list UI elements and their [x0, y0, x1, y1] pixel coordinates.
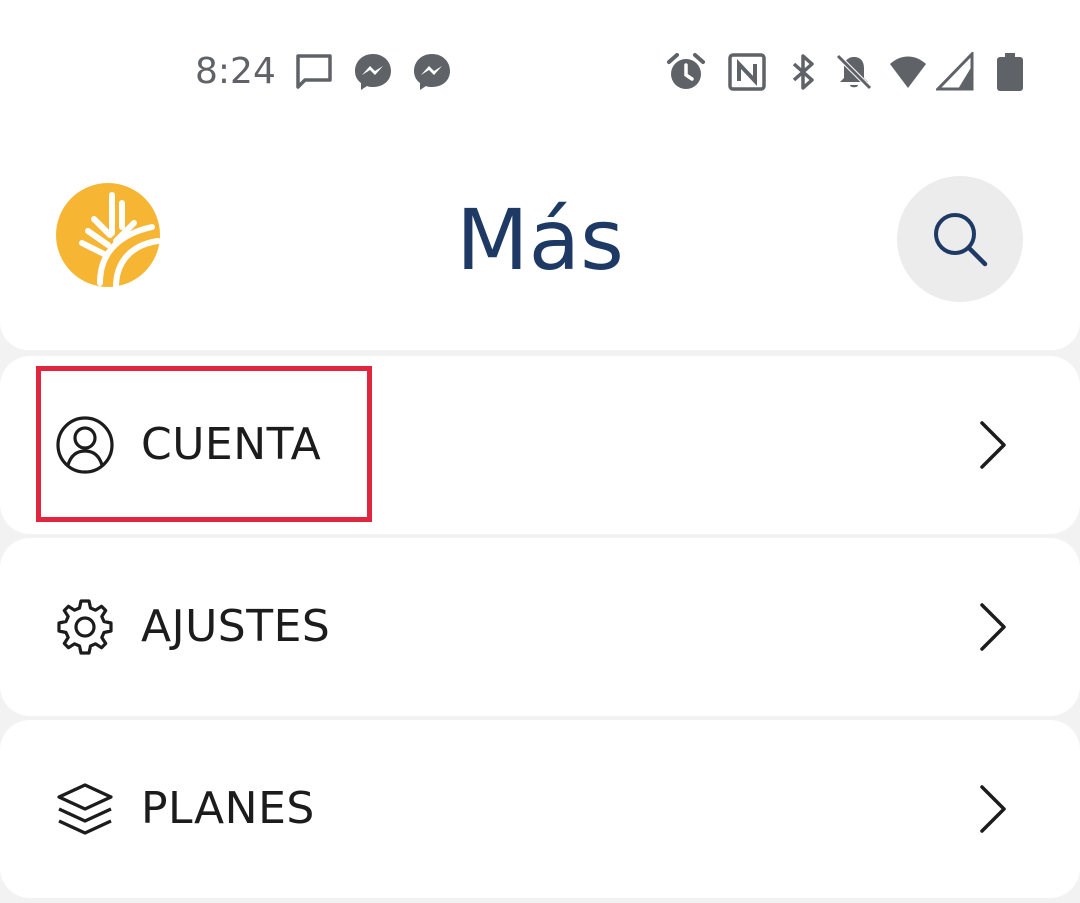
menu-item-label: PLANES	[141, 783, 315, 834]
account-icon	[56, 416, 114, 474]
layers-icon	[57, 783, 113, 835]
chevron-right-icon	[980, 785, 1006, 833]
app-header: Más	[0, 140, 1080, 350]
chevron-right-icon	[980, 421, 1006, 469]
search-icon	[934, 213, 988, 267]
menu-item-label: CUENTA	[141, 419, 322, 470]
wifi-icon	[890, 56, 926, 88]
chevron-right-icon	[980, 603, 1006, 651]
battery-icon	[997, 53, 1023, 91]
signal-icon	[936, 52, 974, 91]
settings-gear-icon	[57, 599, 113, 655]
menu-item-account[interactable]: CUENTA	[0, 356, 1080, 534]
status-time: 8:24	[195, 51, 276, 92]
menu-item-label: AJUSTES	[141, 601, 331, 652]
status-bar: 8:24	[0, 0, 1080, 140]
messenger-icon	[355, 54, 391, 90]
messenger-icon	[414, 54, 450, 90]
search-button[interactable]	[897, 176, 1023, 302]
menu-item-plans[interactable]: PLANES	[0, 720, 1080, 898]
nfc-icon	[728, 53, 766, 91]
alarm-icon	[667, 53, 705, 89]
notifications-off-icon	[836, 54, 872, 90]
bluetooth-icon	[792, 54, 814, 90]
menu-item-settings[interactable]: AJUSTES	[0, 538, 1080, 716]
message-icon	[296, 54, 332, 89]
